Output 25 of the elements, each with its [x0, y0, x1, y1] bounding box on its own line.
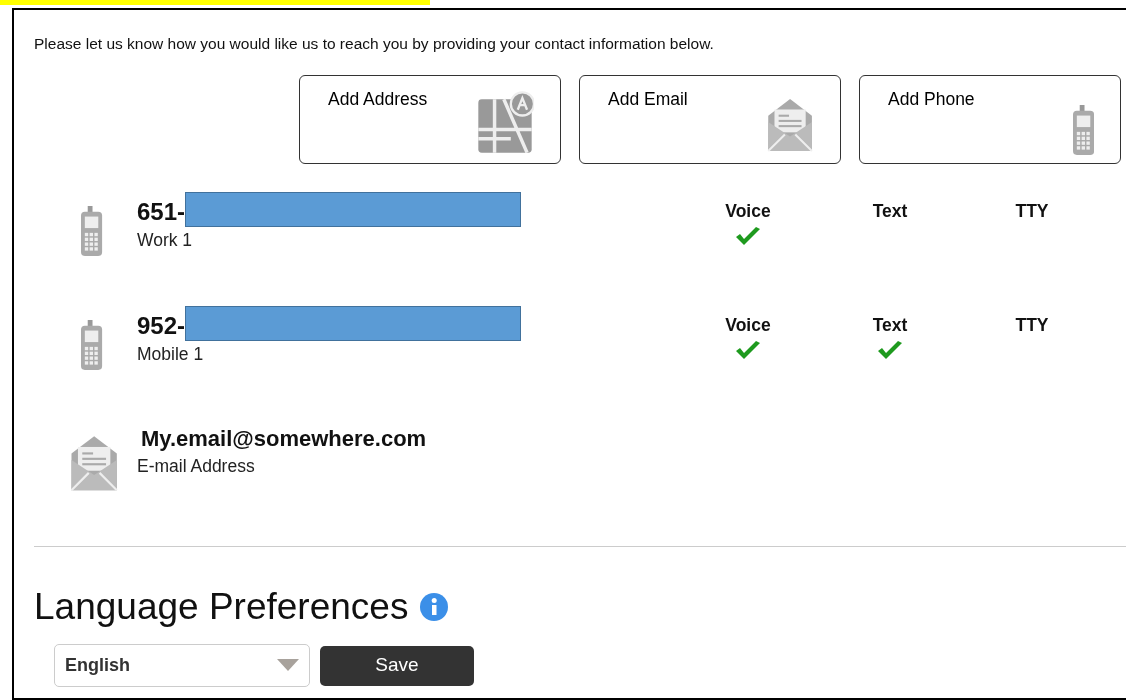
contact-label: Work 1	[137, 229, 194, 253]
caret-icon	[277, 659, 299, 672]
map-icon	[476, 90, 534, 156]
section-heading: Language Preferences	[34, 585, 409, 630]
language-dropdown[interactable]: English	[54, 643, 310, 687]
phone-icon	[81, 206, 103, 257]
info-icon[interactable]	[420, 593, 449, 622]
email-address: My.email@somewhere.com	[141, 426, 427, 453]
phone-number: 651-	[137, 198, 186, 228]
phone-number: 952-	[137, 312, 186, 342]
channel-label: Voice	[724, 314, 772, 338]
channel-label: Text	[871, 314, 909, 338]
contact-label: Mobile 1	[137, 343, 205, 367]
intro-text: Please let us know how you would like us to reach you by providing your contact information below.	[33, 34, 715, 54]
phone-icon	[1072, 105, 1094, 156]
add-email-button[interactable]: Add Email	[579, 75, 841, 165]
channel-label: TTY	[1014, 314, 1050, 338]
add-address-button[interactable]: Add Address	[299, 75, 561, 165]
phone-icon	[81, 320, 103, 371]
channel-label: Text	[871, 200, 909, 224]
add-phone-button[interactable]: Add Phone	[859, 75, 1121, 165]
channel-label: TTY	[1014, 200, 1050, 224]
channel-label: Voice	[724, 200, 772, 224]
contact-label: E-mail Address	[137, 454, 256, 478]
save-button[interactable]: Save	[320, 645, 474, 686]
